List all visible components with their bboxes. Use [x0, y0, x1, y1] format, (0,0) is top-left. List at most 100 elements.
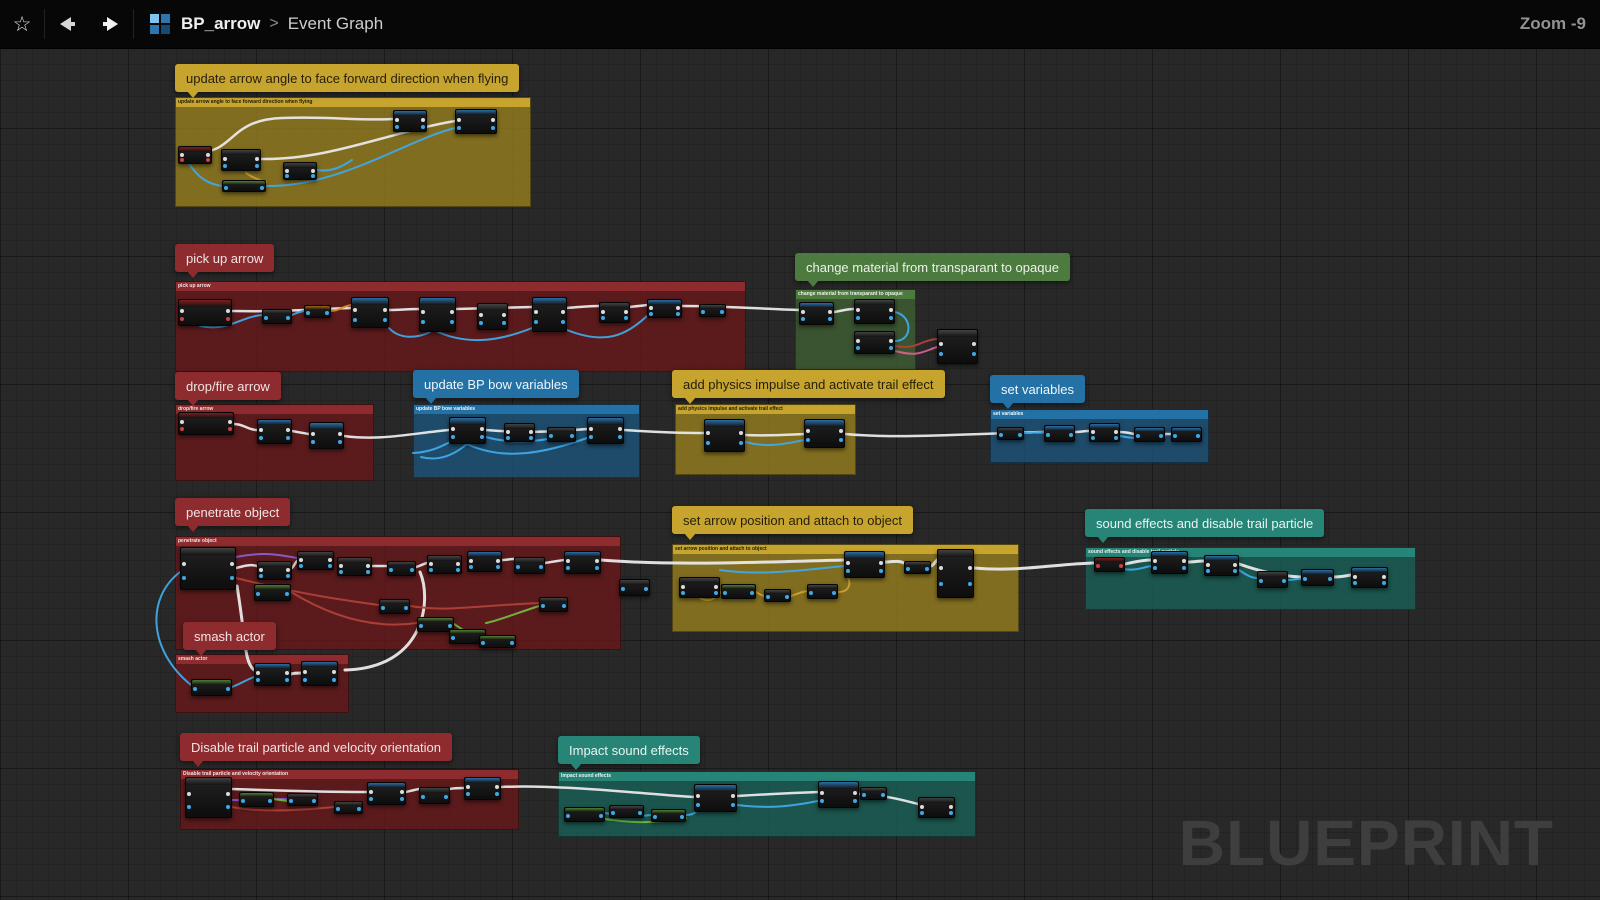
graph-node-fn[interactable]	[301, 661, 338, 686]
node-pin[interactable]	[451, 435, 455, 439]
node-pin[interactable]	[306, 311, 310, 315]
node-pin[interactable]	[529, 430, 533, 434]
node-pin[interactable]	[720, 310, 724, 314]
node-pin[interactable]	[601, 316, 605, 320]
node-pin[interactable]	[230, 562, 234, 566]
node-pin[interactable]	[589, 427, 593, 431]
node-pin[interactable]	[180, 427, 184, 431]
comment-title-set-variables[interactable]: set variables	[990, 375, 1085, 403]
node-pin[interactable]	[611, 811, 615, 815]
node-pin[interactable]	[1173, 434, 1177, 438]
node-pin[interactable]	[839, 429, 843, 433]
node-pin[interactable]	[879, 569, 883, 573]
node-pin[interactable]	[230, 576, 234, 580]
graph-node-fn[interactable]	[393, 110, 427, 132]
graph-node-fn[interactable]	[647, 299, 682, 318]
node-pin[interactable]	[260, 186, 264, 190]
graph-node-fn[interactable]	[1171, 427, 1202, 442]
graph-node-dark[interactable]	[283, 162, 317, 180]
node-pin[interactable]	[529, 436, 533, 440]
node-pin[interactable]	[339, 564, 343, 568]
graph-node-fn[interactable]	[799, 302, 834, 325]
node-pin[interactable]	[421, 118, 425, 122]
node-pin[interactable]	[206, 158, 210, 162]
node-pin[interactable]	[1182, 559, 1186, 563]
node-pin[interactable]	[820, 791, 824, 795]
node-pin[interactable]	[801, 310, 805, 314]
node-pin[interactable]	[256, 592, 260, 596]
graph-node-fn[interactable]	[351, 297, 389, 328]
node-pin[interactable]	[906, 567, 910, 571]
graph-node-pure[interactable]	[222, 180, 266, 192]
node-pin[interactable]	[448, 624, 452, 628]
node-pin[interactable]	[328, 564, 332, 568]
node-pin[interactable]	[599, 814, 603, 818]
node-pin[interactable]	[714, 591, 718, 595]
node-pin[interactable]	[853, 791, 857, 795]
node-pin[interactable]	[286, 436, 290, 440]
graph-node-fn[interactable]	[704, 419, 745, 452]
graph-node-dark[interactable]	[904, 561, 931, 574]
node-pin[interactable]	[731, 794, 735, 798]
graph-node-pure[interactable]	[239, 792, 274, 807]
node-pin[interactable]	[510, 641, 514, 645]
node-pin[interactable]	[466, 785, 470, 789]
node-pin[interactable]	[534, 310, 538, 314]
node-pin[interactable]	[649, 306, 653, 310]
node-pin[interactable]	[502, 313, 506, 317]
node-pin[interactable]	[889, 339, 893, 343]
node-pin[interactable]	[383, 318, 387, 322]
node-pin[interactable]	[1259, 579, 1263, 583]
graph-node-fn[interactable]	[1151, 551, 1188, 574]
node-pin[interactable]	[506, 436, 510, 440]
node-pin[interactable]	[286, 574, 290, 578]
node-pin[interactable]	[566, 559, 570, 563]
node-pin[interactable]	[451, 636, 455, 640]
node-pin[interactable]	[226, 805, 230, 809]
graph-node-dark[interactable]	[764, 589, 791, 602]
node-pin[interactable]	[739, 431, 743, 435]
node-pin[interactable]	[766, 595, 770, 599]
graph-node-event[interactable]	[178, 299, 232, 326]
node-pin[interactable]	[353, 308, 357, 312]
node-pin[interactable]	[312, 799, 316, 803]
node-pin[interactable]	[806, 429, 810, 433]
graph-node-fn[interactable]	[694, 784, 737, 812]
graph-node-event[interactable]	[178, 412, 234, 435]
node-pin[interactable]	[714, 585, 718, 589]
node-pin[interactable]	[1233, 569, 1237, 573]
graph-node-fn[interactable]	[844, 551, 885, 578]
node-pin[interactable]	[259, 568, 263, 572]
graph-node-pure[interactable]	[479, 635, 516, 648]
graph-node-dark[interactable]	[387, 561, 416, 576]
node-pin[interactable]	[828, 310, 832, 314]
node-pin[interactable]	[223, 157, 227, 161]
node-pin[interactable]	[649, 312, 653, 316]
graph-node-fn[interactable]	[1301, 569, 1334, 586]
node-pin[interactable]	[444, 795, 448, 799]
node-pin[interactable]	[853, 799, 857, 803]
node-pin[interactable]	[404, 606, 408, 610]
node-pin[interactable]	[1119, 564, 1123, 568]
node-pin[interactable]	[949, 811, 953, 815]
node-pin[interactable]	[999, 433, 1003, 437]
node-pin[interactable]	[256, 671, 260, 675]
node-pin[interactable]	[226, 317, 230, 321]
node-pin[interactable]	[1091, 436, 1095, 440]
graph-node-fn[interactable]	[1089, 423, 1120, 442]
node-pin[interactable]	[1182, 566, 1186, 570]
node-pin[interactable]	[226, 687, 230, 691]
comment-title-set-arrow-position[interactable]: set arrow position and attach to object	[672, 506, 913, 534]
node-pin[interactable]	[311, 440, 315, 444]
node-pin[interactable]	[286, 428, 290, 432]
node-pin[interactable]	[1114, 436, 1118, 440]
comment-title-change-material[interactable]: change material from transparant to opaq…	[795, 253, 1070, 281]
node-pin[interactable]	[228, 427, 232, 431]
node-pin[interactable]	[561, 320, 565, 324]
node-pin[interactable]	[681, 591, 685, 595]
node-pin[interactable]	[541, 604, 545, 608]
node-pin[interactable]	[421, 795, 425, 799]
node-pin[interactable]	[785, 595, 789, 599]
node-pin[interactable]	[491, 126, 495, 130]
comment-impact-sound-effects[interactable]: Impact sound effects	[558, 771, 976, 837]
